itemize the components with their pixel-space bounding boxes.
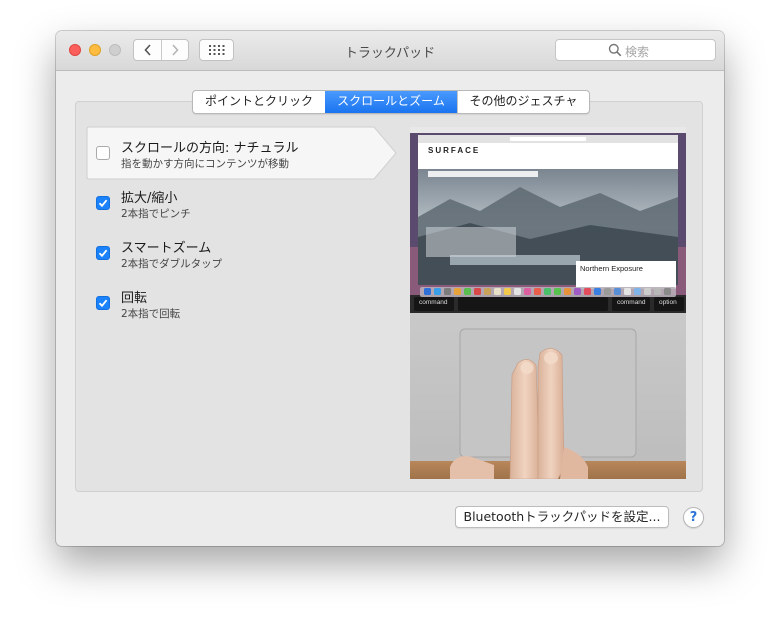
search-field[interactable]: 検索 [555,39,716,61]
key-option: option [659,299,677,306]
search-placeholder: 検索 [625,45,650,59]
option-title: 拡大/縮小 [121,191,178,206]
trackpad-preferences-window: トラックパッド 検索 ポイントとクリック スクロールとズーム その他のジェスチャ… [56,31,724,546]
option-title: スマートズーム [121,241,212,256]
option-description: 2本指でピンチ [121,208,191,220]
scroll-direction-checkbox[interactable] [96,146,110,160]
tab-more-gestures[interactable]: その他のジェスチャ [457,91,589,113]
option-title: 回転 [121,291,148,306]
preview-site-logo: SURFACE [428,146,481,155]
option-description: 2本指でダブルタップ [121,258,223,270]
search-icon [608,43,622,57]
checkmark-icon [98,299,108,308]
setup-bluetooth-trackpad-button[interactable]: Bluetoothトラックパッドを設定... [455,506,669,528]
option-title: スクロールの方向: ナチュラル [121,141,299,156]
title-bar: トラックパッド 検索 [56,31,724,71]
checkmark-icon [98,199,108,208]
checkmark-icon [98,249,108,258]
tab-point-and-click[interactable]: ポイントとクリック [193,91,325,113]
key-right-command: command [617,299,646,306]
key-left-command: command [419,299,448,306]
zoom-checkbox[interactable] [96,196,110,210]
option-description: 指を動かす方向にコンテンツが移動 [121,158,289,170]
preview-card-title: Northern Exposure [580,264,643,273]
smart-zoom-checkbox[interactable] [96,246,110,260]
gesture-preview: SURFACE Northern Exposure command comman… [410,127,686,479]
tab-bar: ポイントとクリック スクロールとズーム その他のジェスチャ [192,90,590,114]
help-button[interactable]: ? [683,507,704,528]
rotate-checkbox[interactable] [96,296,110,310]
option-description: 2本指で回転 [121,308,181,320]
tab-scroll-and-zoom[interactable]: スクロールとズーム [325,91,457,113]
